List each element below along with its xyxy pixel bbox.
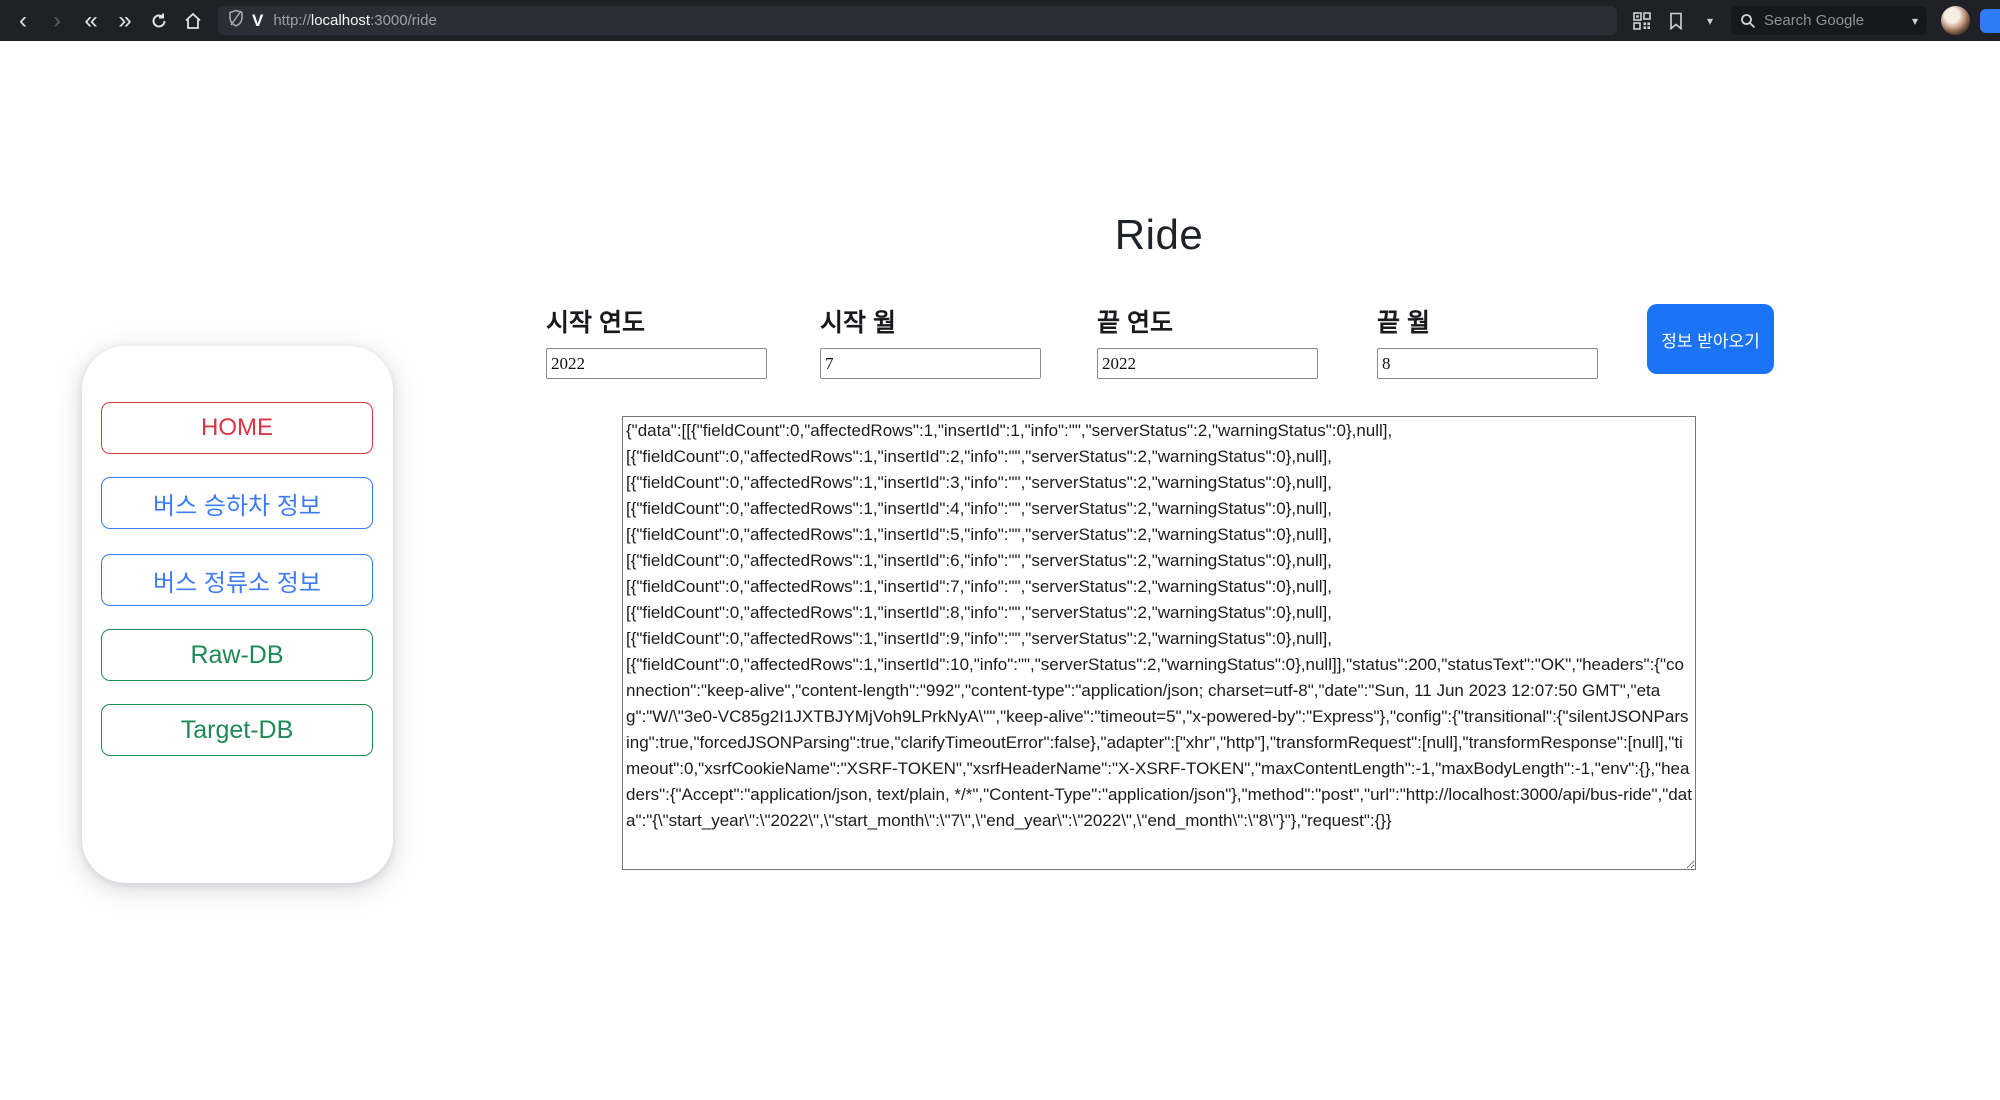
sync-panel-toggle[interactable] bbox=[1980, 9, 2000, 33]
bookmark-icon[interactable] bbox=[1661, 6, 1691, 36]
url-bar[interactable]: V http://localhost:3000/ride bbox=[218, 6, 1617, 35]
page-content: Ride 시작 연도 시작 월 끝 연도 끝 월 정보 받아오기 HOME 버스… bbox=[0, 41, 2000, 1100]
field-start-month: 시작 월 bbox=[820, 303, 1041, 379]
sidebar-item-home[interactable]: HOME bbox=[101, 402, 373, 454]
end-year-input[interactable] bbox=[1097, 348, 1318, 379]
profile-avatar[interactable] bbox=[1941, 6, 1970, 35]
browser-toolbar: ‹ › « » V http://localhost:3000/ride bbox=[0, 0, 2000, 41]
shield-icon[interactable] bbox=[228, 9, 244, 32]
field-start-year: 시작 연도 bbox=[546, 303, 767, 379]
back-icon[interactable]: ‹ bbox=[6, 5, 40, 37]
fast-forward-icon[interactable]: » bbox=[108, 5, 142, 37]
start-month-label: 시작 월 bbox=[820, 303, 1041, 339]
url-text[interactable]: http://localhost:3000/ride bbox=[273, 12, 436, 29]
forward-icon[interactable]: › bbox=[40, 5, 74, 37]
sidebar-item-bus-stop-info[interactable]: 버스 정류소 정보 bbox=[101, 554, 373, 606]
search-engine-caret-icon[interactable]: ▾ bbox=[1912, 14, 1918, 28]
start-month-input[interactable] bbox=[820, 348, 1041, 379]
field-end-year: 끝 연도 bbox=[1097, 303, 1318, 379]
start-year-label: 시작 연도 bbox=[546, 303, 767, 339]
sidebar-item-target-db[interactable]: Target-DB bbox=[101, 704, 373, 756]
page-title: Ride bbox=[622, 211, 1696, 259]
qr-code-icon[interactable] bbox=[1627, 6, 1657, 36]
home-icon[interactable] bbox=[176, 5, 210, 37]
vivaldi-page-icon: V bbox=[252, 11, 263, 31]
search-field[interactable]: Search Google ▾ bbox=[1731, 6, 1927, 35]
end-month-input[interactable] bbox=[1377, 348, 1598, 379]
sidebar-item-raw-db[interactable]: Raw-DB bbox=[101, 629, 373, 681]
end-month-label: 끝 월 bbox=[1377, 303, 1598, 339]
response-textarea[interactable]: {"data":[[{"fieldCount":0,"affectedRows"… bbox=[622, 416, 1696, 870]
bookmark-dropdown-icon[interactable]: ▾ bbox=[1695, 6, 1725, 36]
sidebar-card: HOME 버스 승하차 정보 버스 정류소 정보 Raw-DB Target-D… bbox=[82, 346, 393, 883]
search-icon[interactable] bbox=[1740, 13, 1756, 29]
sidebar-item-bus-ride-info[interactable]: 버스 승하차 정보 bbox=[101, 477, 373, 529]
fetch-info-button[interactable]: 정보 받아오기 bbox=[1647, 304, 1774, 374]
start-year-input[interactable] bbox=[546, 348, 767, 379]
end-year-label: 끝 연도 bbox=[1097, 303, 1318, 339]
field-end-month: 끝 월 bbox=[1377, 303, 1598, 379]
search-placeholder[interactable]: Search Google bbox=[1764, 12, 1912, 29]
rewind-icon[interactable]: « bbox=[74, 5, 108, 37]
reload-icon[interactable] bbox=[142, 5, 176, 37]
